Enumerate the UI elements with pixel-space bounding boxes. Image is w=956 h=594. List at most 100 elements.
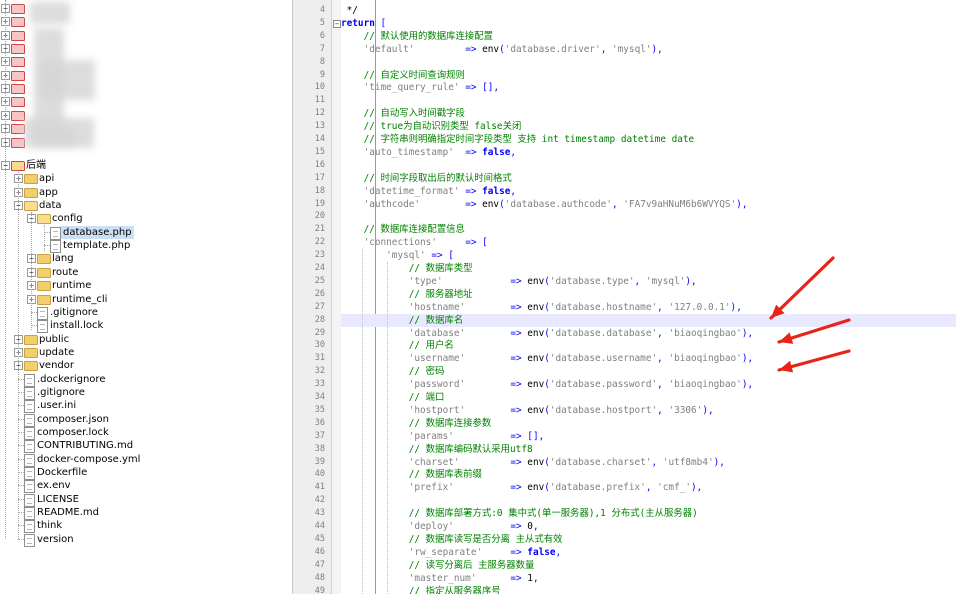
- code-line[interactable]: 'hostport' => env('database.hostport', '…: [341, 404, 714, 417]
- tree-item-label[interactable]: docker-compose.yml: [37, 453, 140, 466]
- code-line[interactable]: 'type' => env('database.type', 'mysql'),: [341, 275, 697, 288]
- tree-item[interactable]: − config: [0, 212, 280, 225]
- tree-item[interactable]: + api: [0, 172, 280, 185]
- code-line[interactable]: // 自定义时间查询规则: [341, 69, 465, 82]
- code-line[interactable]: // 数据库连接参数: [341, 417, 492, 430]
- tree-item-label[interactable]: version: [37, 533, 74, 546]
- tree-item[interactable]: .gitignore: [0, 386, 280, 400]
- tree-item-label[interactable]: composer.lock: [37, 426, 109, 439]
- code-line[interactable]: // 端口: [341, 391, 445, 404]
- tree-item-label[interactable]: public: [39, 333, 69, 346]
- code-line[interactable]: // 字符串则明确指定时间字段类型 支持 int timestamp datet…: [341, 133, 695, 146]
- tree-item[interactable]: ex.env: [0, 479, 280, 494]
- code-line[interactable]: 'hostname' => env('database.hostname', '…: [341, 301, 742, 314]
- code-line[interactable]: 'master_num' => 1,: [341, 572, 539, 585]
- tree-item[interactable]: + runtime_cli: [0, 293, 280, 306]
- code-line[interactable]: // 数据库部署方式:0 集中式(单一服务器),1 分布式(主从服务器): [341, 507, 698, 520]
- code-line[interactable]: // 数据库类型: [341, 262, 473, 275]
- tree-item-label[interactable]: route: [52, 266, 78, 279]
- tree-item-label[interactable]: lang: [52, 252, 74, 265]
- tree-item-label[interactable]: Dockerfile: [37, 466, 87, 479]
- tree-item[interactable]: + runtime: [0, 279, 280, 292]
- code-line[interactable]: 'mysql' => [: [341, 249, 454, 262]
- code-line-current[interactable]: // 数据库名: [341, 313, 956, 327]
- tree-item-label[interactable]: install.lock: [50, 319, 103, 332]
- tree-item[interactable]: install.lock: [0, 319, 280, 334]
- code-line[interactable]: 'time_query_rule' => [],: [341, 81, 500, 94]
- code-line[interactable]: // 读写分离后 主服务器数量: [341, 559, 535, 572]
- tree-item[interactable]: + update: [0, 346, 280, 359]
- code-line[interactable]: */: [341, 4, 358, 17]
- code-line[interactable]: // 服务器地址: [341, 288, 473, 301]
- code-line[interactable]: 'default' => env('database.driver', 'mys…: [341, 43, 663, 56]
- code-line[interactable]: // 数据库连接配置信息: [341, 223, 465, 236]
- tree-item[interactable]: Dockerfile: [0, 466, 280, 481]
- tree-item[interactable]: + vendor: [0, 359, 280, 372]
- tree-item[interactable]: docker-compose.yml: [0, 453, 280, 467]
- code-line[interactable]: 'database' => env('database.database', '…: [341, 327, 753, 340]
- tree-item[interactable]: + app: [0, 186, 280, 199]
- tree-item[interactable]: version: [0, 533, 280, 547]
- tree-item-label-selected[interactable]: database.php: [61, 225, 134, 239]
- code-line[interactable]: 'password' => env('database.password', '…: [341, 378, 753, 391]
- tree-item[interactable]: composer.json: [0, 413, 280, 427]
- tree-item-label[interactable]: api: [39, 172, 54, 185]
- code-editor[interactable]: 4 5 6 7 8 9 10 11 12 13 14 15 16 17 18 19 20 21 22 23 24 25 26…: [292, 0, 956, 594]
- tree-item[interactable]: composer.lock: [0, 426, 280, 440]
- code-line[interactable]: // 自动写入时间戳字段: [341, 107, 465, 120]
- code-line[interactable]: 'datetime_format' => false,: [341, 185, 516, 198]
- code-line[interactable]: // 密码: [341, 365, 445, 378]
- tree-item[interactable]: CONTRIBUTING.md: [0, 439, 280, 454]
- tree-item[interactable]: template.php: [0, 239, 280, 254]
- tree-item[interactable]: think: [0, 519, 280, 534]
- code-line[interactable]: // 默认使用的数据库连接配置: [341, 30, 493, 43]
- tree-item-label[interactable]: runtime: [52, 279, 91, 292]
- tree-item[interactable]: README.md: [0, 506, 280, 521]
- tree-item[interactable]: − data: [0, 199, 280, 212]
- code-line[interactable]: 'charset' => env('database.charset', 'ut…: [341, 456, 725, 469]
- tree-item[interactable]: .user.ini: [0, 399, 280, 414]
- tree-item-label[interactable]: runtime_cli: [52, 293, 107, 306]
- tree-item[interactable]: database.php: [0, 225, 280, 240]
- tree-item[interactable]: + lang: [0, 252, 280, 265]
- code-line[interactable]: 'username' => env('database.username', '…: [341, 352, 753, 365]
- tree-item-label[interactable]: .gitignore: [37, 386, 85, 399]
- code-line[interactable]: // 时间字段取出后的默认时间格式: [341, 172, 512, 185]
- code-line[interactable]: 'auto_timestamp' => false,: [341, 146, 516, 159]
- tree-item-label[interactable]: data: [39, 199, 62, 212]
- tree-item-label[interactable]: app: [39, 186, 58, 199]
- code-line[interactable]: // 数据库读写是否分离 主从式有效: [341, 533, 563, 546]
- tree-item-label[interactable]: config: [52, 212, 83, 225]
- code-line[interactable]: // true为自动识别类型 false关闭: [341, 120, 522, 133]
- code-line[interactable]: 'rw_separate' => false,: [341, 546, 561, 559]
- code-line[interactable]: 'params' => [],: [341, 430, 545, 443]
- tree-item[interactable]: .dockerignore: [0, 373, 280, 387]
- code-line[interactable]: return [: [341, 17, 386, 30]
- tree-item-label[interactable]: .gitignore: [50, 306, 98, 319]
- tree-item[interactable]: LICENSE: [0, 493, 280, 507]
- tree-item-label[interactable]: .dockerignore: [37, 373, 105, 386]
- tree-item-label[interactable]: CONTRIBUTING.md: [37, 439, 133, 452]
- code-line[interactable]: 'connections' => [: [341, 236, 488, 249]
- tree-item-label[interactable]: 后端: [26, 159, 46, 172]
- tree-item-label[interactable]: README.md: [37, 506, 99, 519]
- tree-item-label[interactable]: update: [39, 346, 74, 359]
- code-line[interactable]: // 指定从服务器序号: [341, 585, 501, 594]
- code-line[interactable]: // 用户名: [341, 339, 454, 352]
- code-line[interactable]: 'authcode' => env('database.authcode', '…: [341, 198, 748, 211]
- tree-item-label[interactable]: ex.env: [37, 479, 70, 492]
- tree-item-label[interactable]: vendor: [39, 359, 74, 372]
- tree-item-label[interactable]: LICENSE: [37, 493, 79, 506]
- tree-item[interactable]: + route: [0, 266, 280, 279]
- code-line[interactable]: 'deploy' => 0,: [341, 520, 539, 533]
- tree-item-label[interactable]: think: [37, 519, 62, 532]
- tree-item[interactable]: .gitignore: [0, 306, 280, 320]
- tree-item-label[interactable]: template.php: [63, 239, 130, 252]
- tree-item-label[interactable]: .user.ini: [37, 399, 76, 412]
- tree-item[interactable]: − 后端: [0, 159, 280, 172]
- code-line[interactable]: // 数据库编码默认采用utf8: [341, 443, 533, 456]
- tree-item-label[interactable]: composer.json: [37, 413, 109, 426]
- fold-toggle-icon[interactable]: −: [333, 19, 341, 28]
- code-line[interactable]: 'prefix' => env('database.prefix', 'cmf_…: [341, 481, 703, 494]
- tree-item[interactable]: + public: [0, 333, 280, 346]
